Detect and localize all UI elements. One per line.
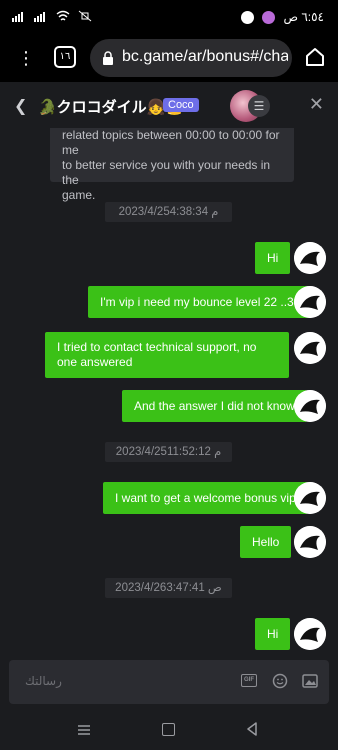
- nav-back-icon[interactable]: [245, 722, 259, 736]
- close-icon[interactable]: ✕: [309, 94, 324, 115]
- mute-icon: [78, 10, 92, 22]
- timestamp: 2023/4/25م 4:38:34: [105, 202, 232, 222]
- status-time: ٦:٥٤ ص: [283, 10, 324, 24]
- messenger-icon: [241, 10, 255, 24]
- browser-toolbar: ⋮ ١٦ bc.game/ar/bonus#/cha: [0, 34, 338, 82]
- message-bubble: I tried to contact technical support, no…: [45, 332, 289, 378]
- timestamp: 2023/4/25م 11:52:12: [105, 442, 232, 462]
- back-icon[interactable]: ❮: [14, 96, 27, 116]
- message-bubble: Hello: [240, 526, 292, 558]
- screen: ٦:٥٤ ص ⋮ ١٦ bc.game/ar/bonus#/cha ❮ 🐊クロコ…: [0, 0, 338, 750]
- message-bubble: I want to get a welcome bonus vip: [103, 482, 308, 514]
- gif-icon[interactable]: GIF: [241, 674, 257, 687]
- planet-icon: [262, 10, 276, 24]
- emoji-icon[interactable]: [272, 673, 288, 689]
- user-badge: Coco: [163, 98, 199, 112]
- message-bubble: Hi: [255, 242, 291, 274]
- signal-icon-2: [34, 12, 45, 22]
- wifi-icon: [56, 10, 70, 21]
- nav-home-icon[interactable]: [162, 723, 175, 736]
- system-message-line: related topics between 00:00 to 00:00 fo…: [62, 128, 280, 157]
- message-bubble: I'm vip i need my bounce level 22 ..33: [88, 286, 313, 318]
- system-message-line: to better service you with your needs in…: [62, 158, 271, 187]
- recent-apps-icon[interactable]: [77, 724, 91, 736]
- user-avatar: [294, 242, 326, 274]
- chat-header: ❮ 🐊クロコダイル👧👑 Coco ☰ ✕: [0, 84, 338, 128]
- user-avatar: [294, 618, 326, 650]
- lock-icon: [103, 51, 113, 65]
- menu-icon[interactable]: ☰: [248, 95, 270, 117]
- tab-count-button[interactable]: ١٦: [54, 46, 76, 68]
- signal-icon: [12, 12, 23, 22]
- system-message: related topics between 00:00 to 00:00 fo…: [50, 128, 294, 202]
- user-avatar: [294, 482, 326, 514]
- user-avatar: [294, 390, 326, 422]
- user-avatar: [294, 332, 326, 364]
- timestamp: 2023/4/26ص 3:47:41: [105, 578, 232, 598]
- message-input[interactable]: رسالتك GIF: [9, 660, 329, 704]
- message-bubble: And the answer I did not know: [122, 390, 307, 422]
- status-icons-right: ٦:٥٤ ص: [241, 10, 324, 24]
- message-list: related topics between 00:00 to 00:00 fo…: [0, 128, 338, 652]
- user-avatar: [294, 526, 326, 558]
- status-bar: ٦:٥٤ ص: [0, 0, 338, 34]
- message-input-placeholder: رسالتك: [25, 674, 62, 688]
- address-bar[interactable]: bc.game/ar/bonus#/cha: [90, 39, 292, 77]
- status-icons-left: [12, 10, 92, 22]
- home-icon[interactable]: [304, 46, 326, 68]
- image-icon[interactable]: [302, 673, 318, 689]
- user-avatar: [294, 286, 326, 318]
- message-bubble: Hi: [255, 618, 291, 650]
- system-message-line: game.: [62, 188, 96, 202]
- url-text: bc.game/ar/bonus#/cha: [122, 48, 288, 65]
- system-nav-bar: [0, 710, 338, 750]
- kebab-menu-icon[interactable]: ⋮: [16, 44, 36, 72]
